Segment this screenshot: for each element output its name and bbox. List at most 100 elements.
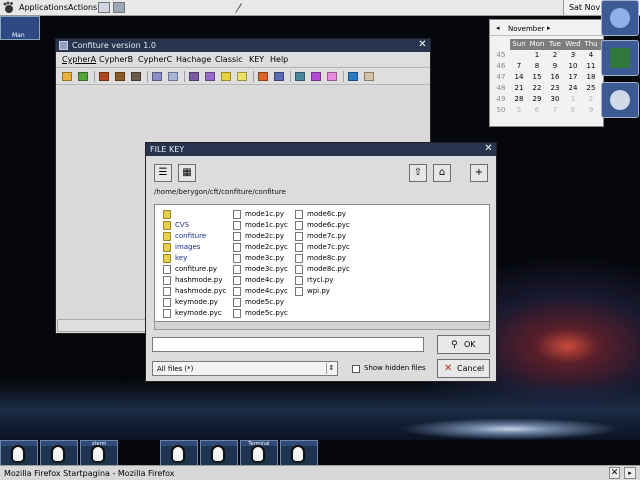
list-view-icon[interactable]: ☰ xyxy=(154,164,172,182)
minimized-window[interactable] xyxy=(200,440,238,466)
detail-view-icon[interactable]: ▦ xyxy=(178,164,196,182)
calendar-day[interactable]: 7 xyxy=(510,62,528,70)
parent-folder-icon[interactable]: ⇧ xyxy=(409,164,427,182)
menu-cyphera[interactable]: CypherA xyxy=(62,55,96,64)
file-item[interactable]: mode5c.pyc xyxy=(233,308,293,319)
toolbar-button[interactable] xyxy=(221,72,231,81)
file-dialog-titlebar[interactable]: FILE KEY ✕ xyxy=(146,143,496,156)
ok-button[interactable]: ⚲ OK xyxy=(437,335,490,354)
file-item[interactable]: confiture.py xyxy=(163,264,223,275)
minimized-window[interactable] xyxy=(160,440,198,466)
toolbar-button[interactable] xyxy=(311,72,321,81)
toolbar-button[interactable] xyxy=(237,72,247,81)
file-list-scrollbar[interactable] xyxy=(154,322,490,330)
folder-item[interactable] xyxy=(163,209,223,220)
minimized-window[interactable] xyxy=(280,440,318,466)
calendar-day[interactable]: 4 xyxy=(582,51,600,59)
menu-hachage[interactable]: Hachage xyxy=(176,55,211,64)
calendar-day[interactable]: 21 xyxy=(510,84,528,92)
toolbar-button[interactable] xyxy=(115,72,125,81)
launcher-network[interactable] xyxy=(601,0,639,36)
calendar-day[interactable]: 16 xyxy=(546,73,564,81)
file-item[interactable]: mode2c.py xyxy=(233,231,293,242)
toolbar-button[interactable] xyxy=(295,72,305,81)
confiture-titlebar[interactable]: Confiture version 1.0 ✕ xyxy=(56,39,430,52)
minimized-window[interactable] xyxy=(0,440,38,466)
calendar-day[interactable]: 10 xyxy=(564,62,582,70)
file-item[interactable]: mode7c.py xyxy=(295,231,355,242)
calendar-day[interactable]: 1 xyxy=(528,51,546,59)
calendar-day[interactable]: 5 xyxy=(510,106,528,114)
file-item[interactable]: mode1c.py xyxy=(233,209,293,220)
calendar-day[interactable]: 22 xyxy=(528,84,546,92)
file-item[interactable]: keymode.py xyxy=(163,297,223,308)
toolbar-button[interactable] xyxy=(348,72,358,81)
notes-applet-icon[interactable] xyxy=(233,2,243,14)
minimized-window[interactable]: Terminal xyxy=(240,440,278,466)
file-item[interactable]: mode3c.pyc xyxy=(233,264,293,275)
calendar-day[interactable]: 25 xyxy=(582,84,600,92)
calendar-day[interactable]: 8 xyxy=(528,62,546,70)
calendar-day[interactable]: 9 xyxy=(546,62,564,70)
file-item[interactable]: mode8c.py xyxy=(295,253,355,264)
file-item[interactable]: mode8c.pyc xyxy=(295,264,355,275)
toolbar-button[interactable] xyxy=(99,72,109,81)
show-hidden-checkbox[interactable] xyxy=(352,365,360,373)
file-filter-select[interactable]: All files (*) ⇕ xyxy=(152,361,338,376)
calendar-day[interactable]: 14 xyxy=(510,73,528,81)
toolbar-button[interactable] xyxy=(152,72,162,81)
folder-item[interactable]: key xyxy=(163,253,223,264)
filename-input[interactable] xyxy=(152,337,424,352)
calendar-day[interactable]: 1 xyxy=(564,95,582,103)
calendar-day[interactable]: 15 xyxy=(528,73,546,81)
calendar-day[interactable]: 28 xyxy=(510,95,528,103)
launcher-terminal[interactable] xyxy=(601,40,639,76)
menu-cypherc[interactable]: CypherC xyxy=(138,55,172,64)
window-menu-icon[interactable] xyxy=(59,41,68,50)
close-icon[interactable]: ✕ xyxy=(609,467,620,479)
toolbar-button[interactable] xyxy=(189,72,199,81)
toolbar-button[interactable] xyxy=(62,72,72,81)
folder-item[interactable]: images xyxy=(163,242,223,253)
toolbar-button[interactable] xyxy=(274,72,284,81)
menu-applications[interactable]: Applications xyxy=(19,3,68,12)
toolbar-button[interactable] xyxy=(131,72,141,81)
file-list[interactable]: CVS confiture images key confiture.py hashmod… xyxy=(154,204,490,322)
file-item[interactable]: mode6c.py xyxy=(295,209,355,220)
toolbar-button[interactable] xyxy=(78,72,88,81)
toolbar-button[interactable] xyxy=(327,72,337,81)
file-item[interactable]: mode2c.pyc xyxy=(233,242,293,253)
file-item[interactable]: mode3c.py xyxy=(233,253,293,264)
file-item[interactable]: mode6c.pyc xyxy=(295,220,355,231)
minimized-window[interactable] xyxy=(40,440,78,466)
menu-classic[interactable]: Classic xyxy=(215,55,243,64)
new-folder-icon[interactable]: + xyxy=(470,164,488,182)
calendar-day[interactable]: 30 xyxy=(546,95,564,103)
cancel-button[interactable]: ✕ Cancel xyxy=(437,359,490,378)
file-item[interactable]: mode5c.py xyxy=(233,297,293,308)
task-firefox[interactable]: Mozilla Firefox Startpagina - Mozilla Fi… xyxy=(4,469,174,478)
calendar-day[interactable]: 3 xyxy=(564,51,582,59)
file-item[interactable]: rtycl.py xyxy=(295,275,355,286)
close-icon[interactable]: ✕ xyxy=(417,40,428,51)
window-list-arrow-icon[interactable]: ▸ xyxy=(624,467,636,479)
calendar-day[interactable]: 2 xyxy=(582,95,600,103)
file-item[interactable]: mode4c.py xyxy=(233,275,293,286)
calendar-day[interactable]: 7 xyxy=(546,106,564,114)
file-item[interactable]: mode1c.pyc xyxy=(233,220,293,231)
file-item[interactable]: hashmode.pyc xyxy=(163,286,226,297)
menu-help[interactable]: Help xyxy=(270,55,288,64)
file-item[interactable]: mode7c.pyc xyxy=(295,242,355,253)
terminal-launcher-icon[interactable] xyxy=(98,2,110,13)
calendar-day[interactable]: 9 xyxy=(582,106,600,114)
toolbar-button[interactable] xyxy=(168,72,178,81)
gnome-foot-icon[interactable] xyxy=(2,1,15,14)
calendar-day[interactable]: 2 xyxy=(546,51,564,59)
file-item[interactable]: hashmode.py xyxy=(163,275,223,286)
file-item[interactable]: wpi.py xyxy=(295,286,355,297)
folder-item[interactable]: CVS xyxy=(163,220,223,231)
calendar-day[interactable]: 8 xyxy=(564,106,582,114)
calendar-day[interactable]: 11 xyxy=(582,62,600,70)
launcher-audio[interactable] xyxy=(601,82,639,118)
calendar-day[interactable]: 18 xyxy=(582,73,600,81)
